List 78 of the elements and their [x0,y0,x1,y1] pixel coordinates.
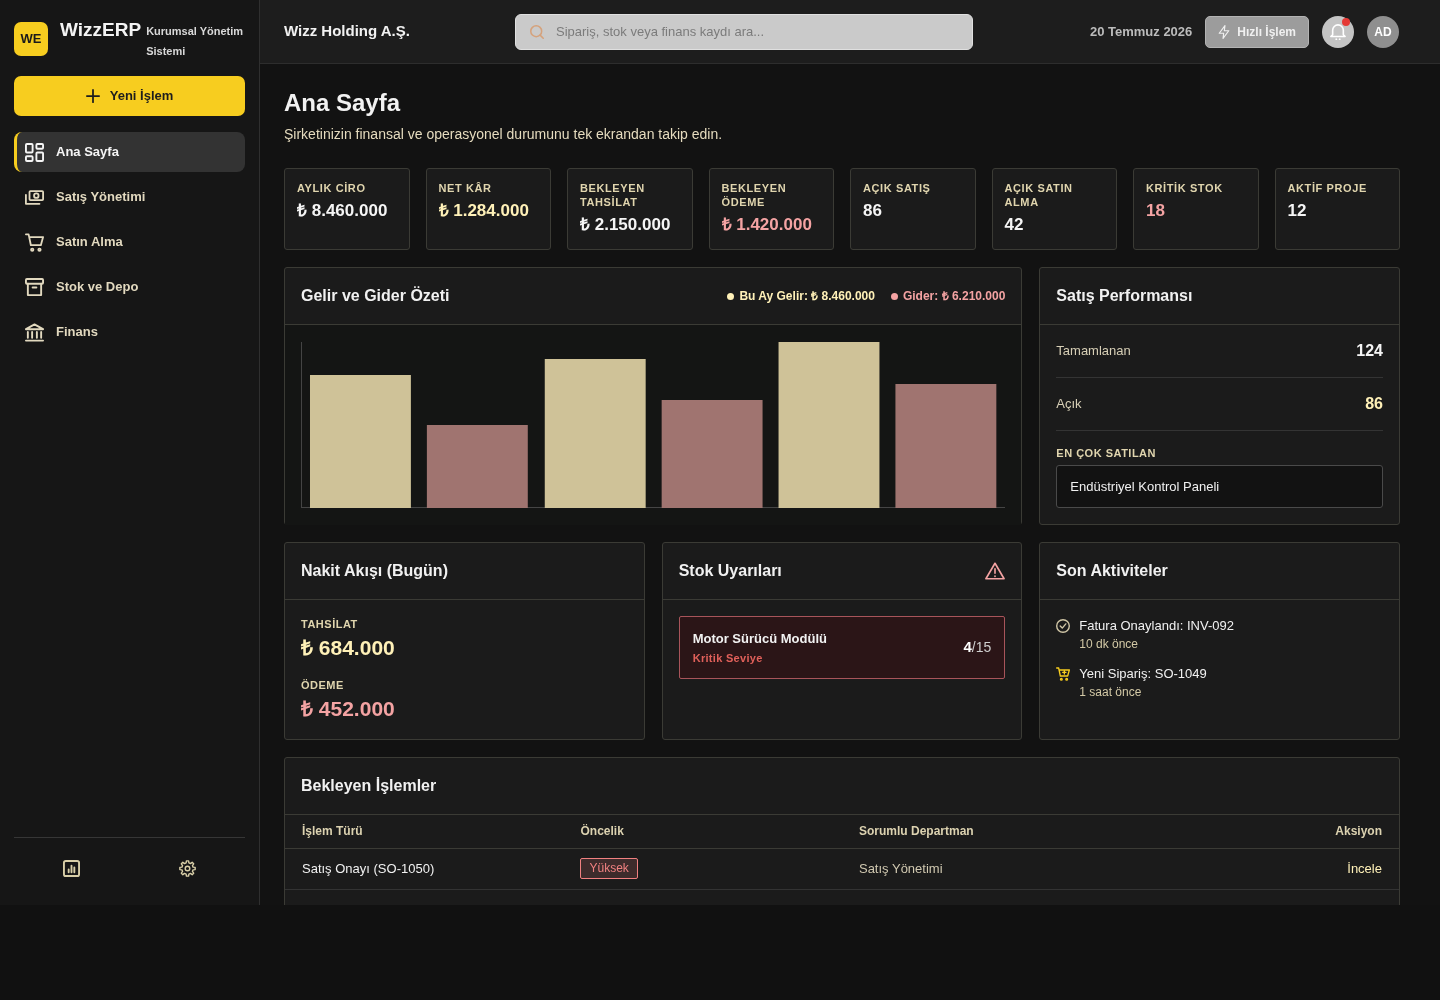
activity-time: 10 dk önce [1079,636,1140,652]
search-icon [530,24,544,39]
table-cell: Satış Onayı (SO-1050) [285,848,564,889]
cash-label: ÖDEME [301,678,345,692]
alert-product-name: Motor Sürücü Modülü [692,630,827,647]
cash-label: TAHSİLAT [301,617,359,631]
kpi-value: ₺ 1.284.000 [438,201,530,221]
card-title: Gelir ve Gider Özeti [301,285,450,306]
nav-item[interactable]: Satın Alma [14,222,245,262]
section-label: EN ÇOK SATILAN [1056,446,1157,460]
kpi-label: NET KÂR [438,181,493,195]
column-header: Aksiyon [1120,815,1399,848]
card-title: Nakit Akışı (Bugün) [301,561,448,581]
cart-plus-icon [1056,667,1071,681]
kpi-value: 18 [1146,201,1166,221]
stat-value: 86 [1365,394,1383,414]
best-seller-value: Endüstriyel Kontrol Paneli [1056,465,1383,508]
alert-count: 4/15 [963,637,992,658]
page-title: Ana Sayfa [284,88,402,118]
stat-label: Açık [1056,395,1082,414]
card-title: Stok Uyarıları [678,561,782,581]
notifications-button[interactable] [1322,15,1354,48]
check-circle-icon [1056,619,1071,633]
kpi-label: AÇIK SATIN ALMA [1004,181,1074,209]
activity-text: Fatura Onaylandı: INV-092 [1079,617,1234,634]
brand-tagline: Kurumsal Yönetim Sistemi [146,24,245,59]
column-header: Sorumlu Departman [841,815,1121,848]
page-subtitle: Şirketinizin finansal ve operasyonel durumunu tek ekrandan takip edin. [284,125,724,144]
card-title: Son Aktiviteler [1056,561,1168,581]
column-header: İşlem Türü [285,815,564,848]
activity-time: 1 saat önce [1079,684,1143,700]
table-cell: Satış Yönetimi [841,848,1121,889]
kpi-label: KRİTİK STOK [1146,181,1224,195]
date-text: 20 Temmuz 2026 [1089,22,1193,41]
kpi-value: ₺ 1.420.000 [721,215,813,235]
logo: WE [14,22,48,56]
legend-label: Gider: ₺ 6.210.000 [902,288,1006,305]
grid-icon [25,142,44,162]
lightning-icon [1218,24,1231,39]
priority-badge: Yüksek [580,858,638,879]
kpi-value: 12 [1287,201,1308,221]
legend-label: Bu Ay Gelir: ₺ 8.460.000 [739,288,875,305]
stat-label: Tamamlanan [1056,342,1131,361]
company-name: Wizz Holding A.Ş. [284,21,411,42]
archive-box-icon [25,277,44,297]
kpi-value: ₺ 2.150.000 [580,215,672,235]
activity-text: Yeni Sipariş: SO-1049 [1079,665,1207,682]
plus-icon [85,89,100,103]
search-field[interactable]: Sipariş, stok veya finans kaydı ara... [515,13,973,50]
nav-item[interactable]: Satış Yönetimi [14,177,245,217]
alert-level: Kritik Seviye [692,651,764,665]
column-header: Öncelik [563,815,842,848]
bar-chart-icon[interactable] [63,860,81,877]
cash-value: ₺ 684.000 [301,635,396,661]
kpi-label: AÇIK SATIŞ [863,181,932,195]
bank-icon [25,322,44,342]
kpi-value: ₺ 8.460.000 [297,201,389,221]
banknote-icon [25,187,44,207]
kpi-label: BEKLEYEN ÖDEME [721,181,788,209]
kpi-label: AKTİF PROJE [1287,181,1368,195]
kpi-value: 86 [863,201,883,221]
stat-value: 124 [1356,341,1383,361]
nav-item[interactable]: Ana Sayfa [14,132,245,172]
review-link[interactable]: İncele [1347,860,1382,876]
warning-icon [985,562,1006,580]
kpi-label: BEKLEYEN TAHSİLAT [580,181,646,209]
card-title: Bekleyen İşlemler [301,776,437,796]
cash-value: ₺ 452.000 [301,696,396,722]
new-transaction-button[interactable]: Yeni İşlem [14,76,245,116]
settings-icon[interactable] [178,860,196,877]
cart-icon [25,232,44,252]
bell-icon [1330,23,1346,40]
kpi-value: 42 [1004,215,1025,235]
card-title: Satış Performansı [1056,286,1193,306]
kpi-label: AYLIK CİRO [297,181,367,195]
brand-name: WizzERP [60,19,142,41]
nav-item[interactable]: Stok ve Depo [14,267,245,307]
nav-item[interactable]: Finans [14,312,245,352]
